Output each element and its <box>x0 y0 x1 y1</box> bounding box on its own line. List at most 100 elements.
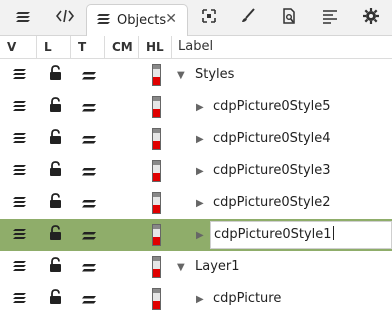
text-align-icon <box>322 8 338 28</box>
expand-right-icon[interactable]: ▶ <box>196 91 204 123</box>
visible-icon <box>13 226 27 245</box>
highlight-color-swatch[interactable] <box>139 155 173 187</box>
column-header-row: V L T CM HL Label <box>0 36 392 59</box>
highlight-color-swatch[interactable] <box>139 219 173 251</box>
lock-toggle[interactable] <box>37 155 73 187</box>
expand-down-icon[interactable]: ▼ <box>177 59 185 91</box>
tree-row[interactable]: ▶ cdpPicture0Style4 <box>0 123 392 155</box>
highlight-icon <box>151 224 161 246</box>
highlight-color-swatch[interactable] <box>139 123 173 155</box>
highlight-color-swatch[interactable] <box>139 59 173 91</box>
expand-right-icon[interactable]: ▶ <box>196 155 204 187</box>
close-tab-icon[interactable]: ✕ <box>165 11 177 27</box>
visible-icon <box>13 130 27 149</box>
document-properties-icon <box>281 8 297 28</box>
clip-mask-cell <box>105 155 139 187</box>
document-properties-tab[interactable] <box>274 0 304 36</box>
layers-tab[interactable] <box>9 0 39 36</box>
column-header-highlight[interactable]: HL <box>139 36 172 58</box>
lock-toggle[interactable] <box>37 187 73 219</box>
tab-objects-label: Objects <box>117 13 167 28</box>
lock-toggle[interactable] <box>37 219 73 251</box>
tree-row[interactable]: ▶ cdpPicture <box>0 283 392 315</box>
settings-icon <box>363 8 379 28</box>
dock-tab-bar: Objects ✕ <box>0 0 392 36</box>
lock-toggle[interactable] <box>37 283 73 315</box>
visibility-toggle[interactable] <box>0 123 40 155</box>
object-label[interactable]: cdpPicture0Style5 <box>213 91 331 123</box>
object-label[interactable]: cdpPicture0Style4 <box>213 123 331 155</box>
visibility-toggle[interactable] <box>0 59 40 91</box>
highlight-icon <box>151 160 161 182</box>
lock-toggle[interactable] <box>37 59 73 91</box>
type-indicator <box>71 219 107 251</box>
visibility-toggle[interactable] <box>0 187 40 219</box>
object-label[interactable]: cdpPicture0Style2 <box>213 187 331 219</box>
highlight-icon <box>151 128 161 150</box>
object-label[interactable]: cdpPicture <box>213 283 281 315</box>
highlight-icon <box>151 96 161 118</box>
text-font-tab[interactable] <box>315 0 345 36</box>
lock-toggle[interactable] <box>37 123 73 155</box>
layers-icon <box>16 8 32 28</box>
visibility-toggle[interactable] <box>0 251 40 283</box>
expand-right-icon[interactable]: ▶ <box>196 187 204 219</box>
unlocked-icon <box>49 289 62 309</box>
column-header-label[interactable]: Label <box>172 36 392 58</box>
type-indicator <box>71 283 107 315</box>
clip-mask-cell <box>105 187 139 219</box>
group-type-icon <box>82 226 96 245</box>
preferences-tab[interactable] <box>356 0 386 36</box>
highlight-color-swatch[interactable] <box>139 91 173 123</box>
expand-right-icon[interactable]: ▶ <box>196 219 204 251</box>
tree-row[interactable]: ▼ Styles <box>0 59 392 91</box>
tree-row[interactable]: ▶ cdpPicture0Style2 <box>0 187 392 219</box>
object-label[interactable]: Layer1 <box>195 251 240 283</box>
objects-icon <box>97 11 111 30</box>
column-header-visible[interactable]: V <box>0 36 37 58</box>
column-header-type[interactable]: T <box>71 36 105 58</box>
object-label[interactable]: cdpPicture0Style3 <box>213 155 331 187</box>
tree-row[interactable]: ▶ cdpPicture0Style1 <box>0 219 392 251</box>
tree-row[interactable]: ▶ cdpPicture0Style3 <box>0 155 392 187</box>
clip-mask-cell <box>105 123 139 155</box>
lock-toggle[interactable] <box>37 91 73 123</box>
unlocked-icon <box>49 129 62 149</box>
expand-down-icon[interactable]: ▼ <box>177 251 185 283</box>
clip-mask-cell <box>105 251 139 283</box>
expand-right-icon[interactable]: ▶ <box>196 283 204 315</box>
rename-input[interactable]: cdpPicture0Style1 <box>210 221 392 249</box>
type-indicator <box>71 187 107 219</box>
tree-row[interactable]: ▶ cdpPicture0Style5 <box>0 91 392 123</box>
expand-right-icon[interactable]: ▶ <box>196 123 204 155</box>
clip-mask-cell <box>105 283 139 315</box>
tree-row[interactable]: ▼ Layer1 <box>0 251 392 283</box>
highlight-color-swatch[interactable] <box>139 251 173 283</box>
unlocked-icon <box>49 161 62 181</box>
unlocked-icon <box>49 97 62 117</box>
object-label[interactable]: Styles <box>195 59 234 91</box>
column-header-locked[interactable]: L <box>37 36 71 58</box>
paint-brush-icon <box>240 8 256 28</box>
unlocked-icon <box>49 193 62 213</box>
visibility-toggle[interactable] <box>0 283 40 315</box>
highlight-icon <box>151 288 161 310</box>
fill-stroke-tab[interactable] <box>233 0 263 36</box>
unlocked-icon <box>49 257 62 277</box>
type-indicator <box>71 91 107 123</box>
lock-toggle[interactable] <box>37 251 73 283</box>
visibility-toggle[interactable] <box>0 155 40 187</box>
highlight-color-swatch[interactable] <box>139 283 173 315</box>
group-type-icon <box>82 290 96 309</box>
visible-icon <box>13 258 27 277</box>
tab-objects[interactable]: Objects ✕ <box>86 4 188 36</box>
column-header-clip-mask[interactable]: CM <box>105 36 139 58</box>
visibility-toggle[interactable] <box>0 219 40 251</box>
xml-editor-tab[interactable] <box>50 0 80 36</box>
group-type-icon <box>82 258 96 277</box>
visibility-toggle[interactable] <box>0 91 40 123</box>
highlight-color-swatch[interactable] <box>139 187 173 219</box>
align-tab[interactable] <box>194 0 224 36</box>
group-type-icon <box>82 162 96 181</box>
visible-icon <box>13 98 27 117</box>
